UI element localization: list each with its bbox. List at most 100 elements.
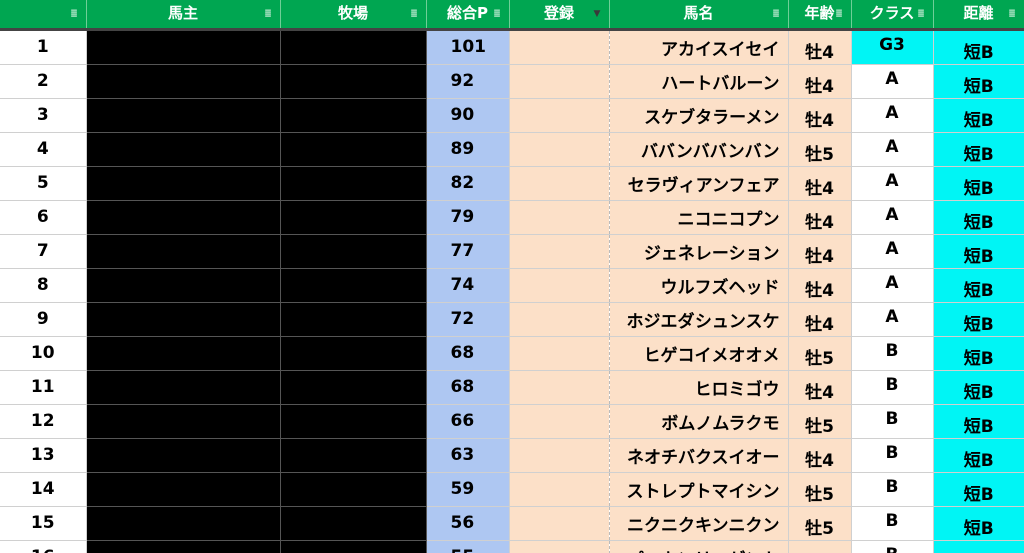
class-cell[interactable]: B [851,472,934,507]
distance-cell[interactable]: 短B [933,166,1024,201]
dropdown-filter-icon[interactable]: ≣ [491,9,504,20]
distance-cell[interactable]: 短B [933,302,1024,337]
owner-cell[interactable]: ぺろぽん [86,438,281,473]
ranch-cell[interactable]: ボムすけファーム [280,404,427,439]
ranch-cell[interactable]: てるみん牧場 [280,98,427,133]
registration-cell[interactable] [509,506,610,541]
age-cell[interactable]: 牡5 [788,472,852,507]
dropdown-filter-icon[interactable]: ≣ [833,9,846,20]
owner-cell[interactable]: オジオジ太 [86,132,281,167]
row-number[interactable]: 3 [0,98,87,133]
horse-name-cell[interactable]: スケブタラーメン [609,98,789,133]
points-cell[interactable]: 89 [426,132,510,167]
col-header-age[interactable]: 年齢 ≣ [788,0,852,31]
class-cell[interactable]: B [851,404,934,439]
class-cell[interactable]: A [851,166,934,201]
class-cell[interactable]: G3 [851,29,934,65]
class-cell[interactable]: B [851,540,934,553]
distance-cell[interactable]: 短B [933,472,1024,507]
horse-name-cell[interactable]: アカイスイセイ [609,29,789,65]
ranch-cell[interactable]: ユイズファーム [280,29,427,65]
distance-cell[interactable]: 短B [933,370,1024,405]
owner-cell[interactable]: ニクウシ [86,506,281,541]
col-header-ranch[interactable]: 牧場 ≣ [280,0,427,31]
row-number[interactable]: 8 [0,268,87,303]
age-cell[interactable]: 牡5 [788,404,852,439]
ranch-cell[interactable]: ばくれつ牧場 [280,166,427,201]
horse-name-cell[interactable]: ハートバルーン [609,64,789,99]
age-cell[interactable]: 牡4 [788,98,852,133]
horse-name-cell[interactable]: ジェネレーション [609,234,789,269]
distance-cell[interactable]: 短B [933,540,1024,553]
owner-cell[interactable]: シャロウ [86,472,281,507]
distance-cell[interactable]: 短B [933,234,1024,269]
ranch-cell[interactable]: わかば牧場 [280,64,427,99]
horse-name-cell[interactable]: ウルフズヘッド [609,268,789,303]
registration-cell[interactable] [509,540,610,553]
age-cell[interactable]: 牡5 [788,336,852,371]
class-cell[interactable]: A [851,268,934,303]
horse-name-cell[interactable]: ボムノムラクモ [609,404,789,439]
ranch-cell[interactable]: マツケン牧場 [280,370,427,405]
row-number[interactable]: 4 [0,132,87,167]
horse-name-cell[interactable]: ニコニコプン [609,200,789,235]
ranch-cell[interactable]: アキトファーム [280,234,427,269]
owner-cell[interactable]: ボムすけ [86,404,281,439]
age-cell[interactable]: 牡4 [788,200,852,235]
points-cell[interactable]: 68 [426,370,510,405]
col-header-no[interactable]: ≣ [0,0,87,31]
age-cell[interactable]: 牡4 [788,438,852,473]
filter-funnel-icon[interactable]: ▼ [591,9,604,20]
horse-name-cell[interactable]: ヒゲコイメオオメ [609,336,789,371]
age-cell[interactable]: 牡4 [788,64,852,99]
dropdown-filter-icon[interactable]: ≣ [262,9,275,20]
col-header-class[interactable]: クラス ≣ [851,0,934,31]
registration-cell[interactable] [509,166,610,201]
horse-name-cell[interactable]: ホジエダシュンスケ [609,302,789,337]
distance-cell[interactable]: 短B [933,336,1024,371]
distance-cell[interactable]: 短B [933,132,1024,167]
points-cell[interactable]: 59 [426,472,510,507]
points-cell[interactable]: 90 [426,98,510,133]
owner-cell[interactable]: わかわか [86,64,281,99]
age-cell[interactable]: 牡4 [788,302,852,337]
class-cell[interactable]: A [851,302,934,337]
registration-cell[interactable] [509,98,610,133]
dropdown-filter-icon[interactable]: ≣ [1006,9,1019,20]
row-number[interactable]: 14 [0,472,87,507]
class-cell[interactable]: B [851,336,934,371]
distance-cell[interactable]: 短B [933,268,1024,303]
ranch-cell[interactable]: ひげ牧場 [280,336,427,371]
row-number[interactable]: 9 [0,302,87,337]
ranch-cell[interactable]: ぺろぽん牧場 [280,438,427,473]
registration-cell[interactable] [509,404,610,439]
ranch-cell[interactable]: きいの牧場 [280,268,427,303]
horse-name-cell[interactable]: ヒロミゴウ [609,370,789,405]
points-cell[interactable]: 68 [426,336,510,371]
owner-cell[interactable]: ほじお [86,302,281,337]
row-number[interactable]: 16 [0,540,87,553]
dropdown-filter-icon[interactable]: ≣ [770,9,783,20]
points-cell[interactable]: 55 [426,540,510,553]
owner-cell[interactable]: アキト [86,234,281,269]
class-cell[interactable]: B [851,506,934,541]
owner-cell[interactable]: ジェイコブ [86,166,281,201]
age-cell[interactable]: 牡4 [788,268,852,303]
owner-cell[interactable]: マツケンサンヴァ [86,370,281,405]
row-number[interactable]: 11 [0,370,87,405]
age-cell[interactable]: 牡4 [788,29,852,65]
distance-cell[interactable]: 短B [933,404,1024,439]
horse-name-cell[interactable]: ストレプトマイシン [609,472,789,507]
registration-cell[interactable] [509,132,610,167]
ranch-cell[interactable]: 金銀牧場 [280,540,427,553]
points-cell[interactable]: 74 [426,268,510,303]
row-number[interactable]: 2 [0,64,87,99]
age-cell[interactable]: 牡5 [788,540,852,553]
owner-cell[interactable]: 母父ジュンチャンデリーチ [86,336,281,371]
col-header-horse-name[interactable]: 馬名 ≣ [609,0,789,31]
age-cell[interactable]: 牡4 [788,234,852,269]
distance-cell[interactable]: 短B [933,98,1024,133]
ranch-cell[interactable]: シャロいファーム [280,472,427,507]
points-cell[interactable]: 79 [426,200,510,235]
horse-name-cell[interactable]: ニクニクキンニクン [609,506,789,541]
